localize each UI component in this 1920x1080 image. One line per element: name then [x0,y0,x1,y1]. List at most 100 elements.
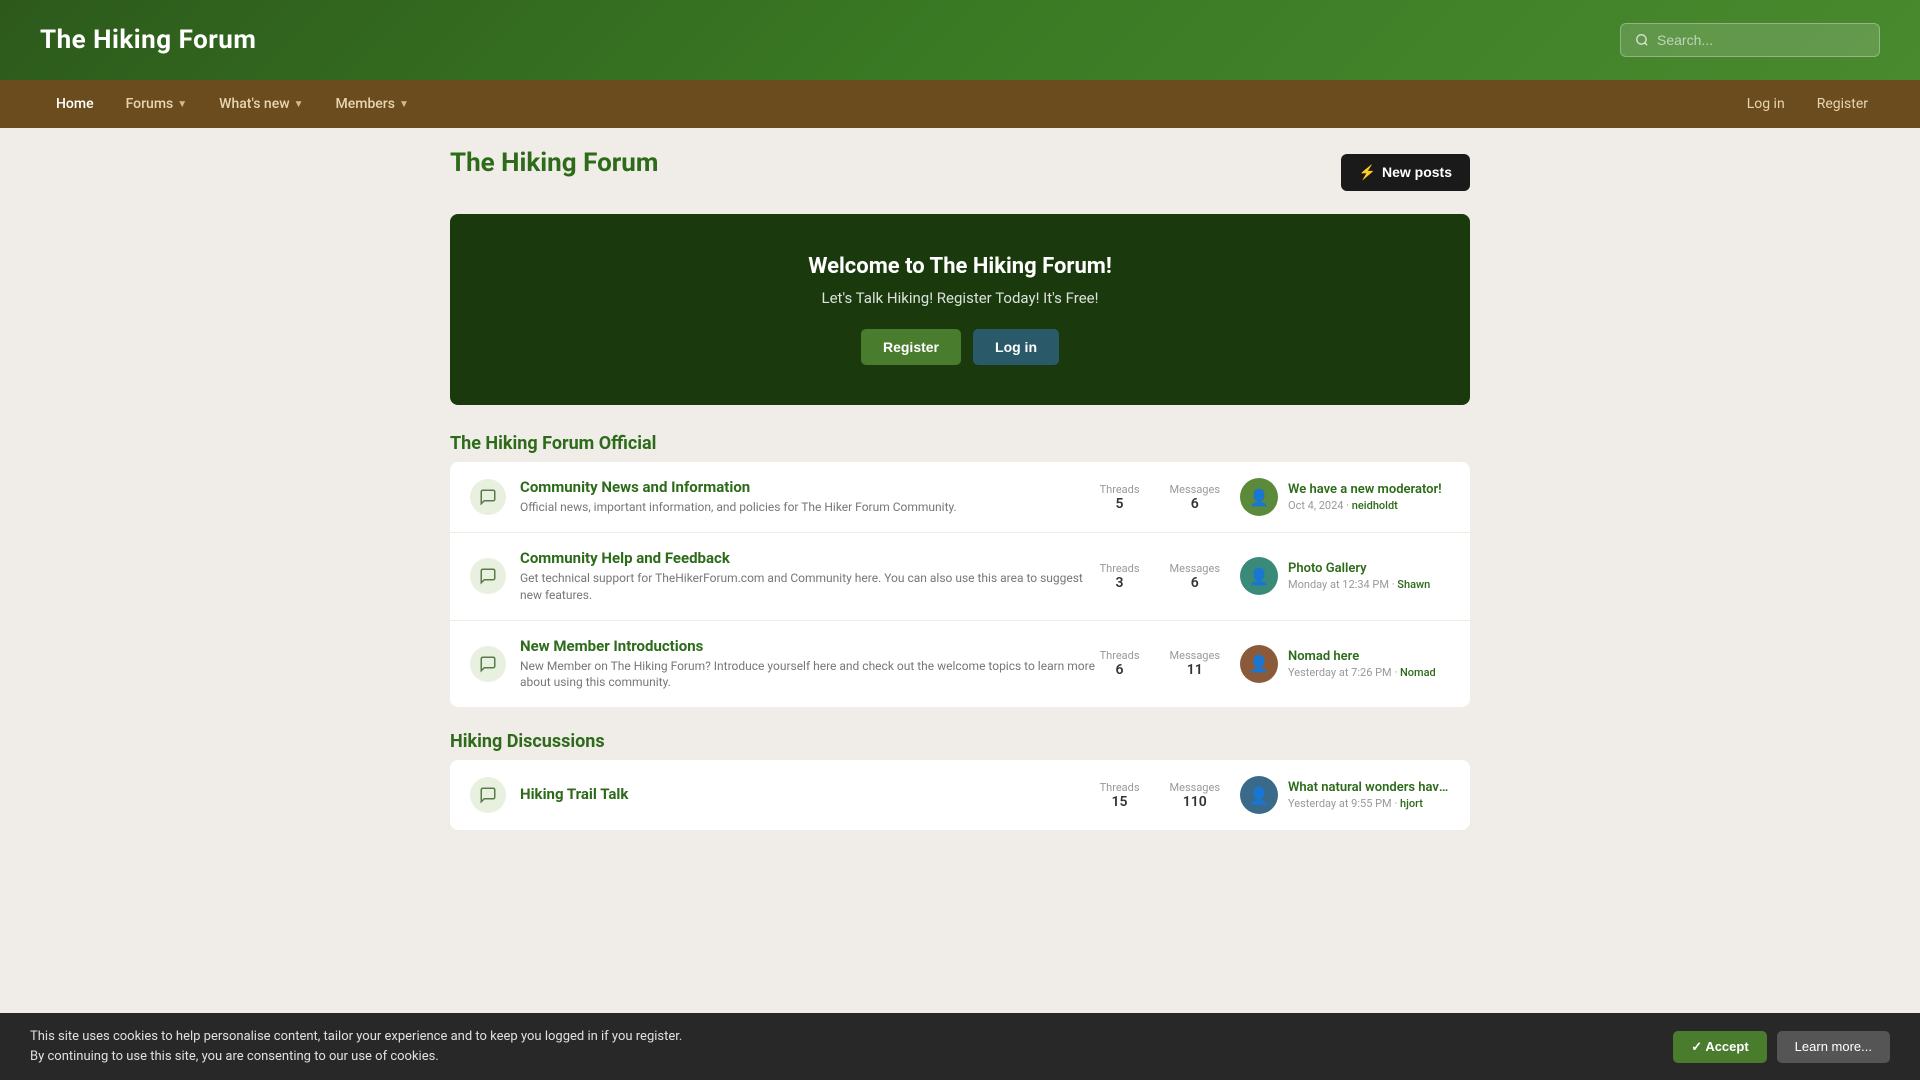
forum-icon [470,558,506,594]
latest-title[interactable]: Nomad here [1288,649,1450,664]
messages-stat: Messages 6 [1170,483,1220,512]
forum-stats: Threads 3 Messages 6 [1100,562,1220,591]
avatar: 👤 [1240,557,1278,595]
section-title-official: The Hiking Forum Official [450,433,1470,454]
forum-info: New Member Introductions New Member on T… [520,637,1100,692]
nav-bar: Home Forums ▼ What's new ▼ Members ▼ Log… [0,80,1920,128]
forum-icon [470,646,506,682]
forum-row: Community News and Information Official … [450,462,1470,533]
cookie-line2: By continuing to use this site, you are … [30,1047,682,1067]
forum-info: Community News and Information Official … [520,478,1100,516]
nav-left: Home Forums ▼ What's new ▼ Members ▼ [40,80,1735,128]
page-header-row: The Hiking Forum ⚡ New posts [450,148,1470,196]
nav-item-home[interactable]: Home [40,80,110,128]
forum-latest: 👤 Nomad here Yesterday at 7:26 PM · Noma… [1240,645,1450,683]
forum-info: Hiking Trail Talk [520,785,1100,806]
site-header: The Hiking Forum [0,0,1920,80]
forum-name[interactable]: Hiking Trail Talk [520,785,1100,803]
cookie-bar: This site uses cookies to help personali… [0,1013,1920,1080]
forum-name[interactable]: Community News and Information [520,478,1100,496]
forum-name[interactable]: New Member Introductions [520,637,1100,655]
chevron-down-icon: ▼ [294,99,304,110]
threads-stat: Threads 5 [1100,483,1140,512]
forum-desc: New Member on The Hiking Forum? Introduc… [520,658,1100,692]
search-icon [1635,33,1649,47]
search-bar[interactable] [1620,23,1880,57]
banner-login-button[interactable]: Log in [973,329,1059,365]
welcome-heading: Welcome to The Hiking Forum! [470,254,1450,279]
messages-value: 11 [1187,662,1203,678]
section-discussions: Hiking Discussions Hiking Trail Talk Thr… [450,731,1470,830]
forum-latest: 👤 What natural wonders have you hiked th… [1240,776,1450,814]
section-official: The Hiking Forum Official Community News… [450,433,1470,707]
welcome-banner: Welcome to The Hiking Forum! Let's Talk … [450,214,1470,405]
cookie-text: This site uses cookies to help personali… [30,1027,682,1066]
threads-label: Threads [1100,781,1140,794]
forum-card-discussions: Hiking Trail Talk Threads 15 Messages 11… [450,760,1470,830]
banner-buttons: Register Log in [470,329,1450,365]
messages-label: Messages [1170,781,1220,794]
latest-user[interactable]: neidholdt [1352,499,1398,512]
forum-stats: Threads 6 Messages 11 [1100,649,1220,678]
messages-value: 110 [1183,794,1207,810]
messages-label: Messages [1170,562,1220,575]
threads-value: 3 [1116,575,1124,591]
latest-title[interactable]: We have a new moderator! [1288,482,1450,497]
threads-label: Threads [1100,483,1140,496]
latest-title[interactable]: Photo Gallery [1288,561,1450,576]
login-link[interactable]: Log in [1735,90,1797,118]
page-content: The Hiking Forum ⚡ New posts Welcome to … [430,128,1490,894]
cookie-line1: This site uses cookies to help personali… [30,1027,682,1047]
latest-info: What natural wonders have you hiked th Y… [1288,780,1450,810]
threads-value: 6 [1116,662,1124,678]
forum-latest: 👤 We have a new moderator! Oct 4, 2024 ·… [1240,478,1450,516]
sections-container: The Hiking Forum Official Community News… [450,433,1470,830]
avatar: 👤 [1240,645,1278,683]
messages-stat: Messages 6 [1170,562,1220,591]
accept-cookies-button[interactable]: ✓ Accept [1673,1031,1766,1063]
site-title: The Hiking Forum [40,25,256,55]
forum-row: Community Help and Feedback Get technica… [450,533,1470,621]
forum-name[interactable]: Community Help and Feedback [520,549,1100,567]
forum-desc: Official news, important information, an… [520,499,1100,516]
section-title-discussions: Hiking Discussions [450,731,1470,752]
nav-item-members[interactable]: Members ▼ [320,80,425,128]
banner-register-button[interactable]: Register [861,329,961,365]
latest-user[interactable]: Shawn [1397,578,1430,591]
forum-info: Community Help and Feedback Get technica… [520,549,1100,604]
forum-icon [470,479,506,515]
forum-desc: Get technical support for TheHikerForum.… [520,570,1100,604]
forum-latest: 👤 Photo Gallery Monday at 12:34 PM · Sha… [1240,557,1450,595]
threads-label: Threads [1100,649,1140,662]
nav-item-forums[interactable]: Forums ▼ [110,80,204,128]
latest-user[interactable]: hjort [1400,797,1423,810]
nav-item-whats-new[interactable]: What's new ▼ [203,80,319,128]
latest-meta: Monday at 12:34 PM · Shawn [1288,578,1450,591]
latest-meta: Yesterday at 9:55 PM · hjort [1288,797,1450,810]
threads-stat: Threads 3 [1100,562,1140,591]
messages-stat: Messages 110 [1170,781,1220,810]
forum-icon [470,777,506,813]
avatar: 👤 [1240,776,1278,814]
register-link[interactable]: Register [1805,90,1880,118]
threads-stat: Threads 15 [1100,781,1140,810]
forum-stats: Threads 5 Messages 6 [1100,483,1220,512]
forum-row: New Member Introductions New Member on T… [450,621,1470,708]
learn-more-button[interactable]: Learn more... [1777,1031,1890,1063]
nav-right: Log in Register [1735,90,1880,118]
chevron-down-icon: ▼ [399,99,409,110]
messages-label: Messages [1170,483,1220,496]
latest-meta: Oct 4, 2024 · neidholdt [1288,499,1450,512]
threads-value: 5 [1116,496,1124,512]
latest-info: Photo Gallery Monday at 12:34 PM · Shawn [1288,561,1450,591]
forum-stats: Threads 15 Messages 110 [1100,781,1220,810]
search-input[interactable] [1657,32,1865,48]
messages-stat: Messages 11 [1170,649,1220,678]
latest-user[interactable]: Nomad [1400,666,1436,679]
threads-value: 15 [1112,794,1128,810]
messages-label: Messages [1170,649,1220,662]
messages-value: 6 [1191,575,1199,591]
welcome-subtext: Let's Talk Hiking! Register Today! It's … [470,289,1450,307]
new-posts-button[interactable]: ⚡ New posts [1341,154,1470,191]
latest-title[interactable]: What natural wonders have you hiked th [1288,780,1450,795]
